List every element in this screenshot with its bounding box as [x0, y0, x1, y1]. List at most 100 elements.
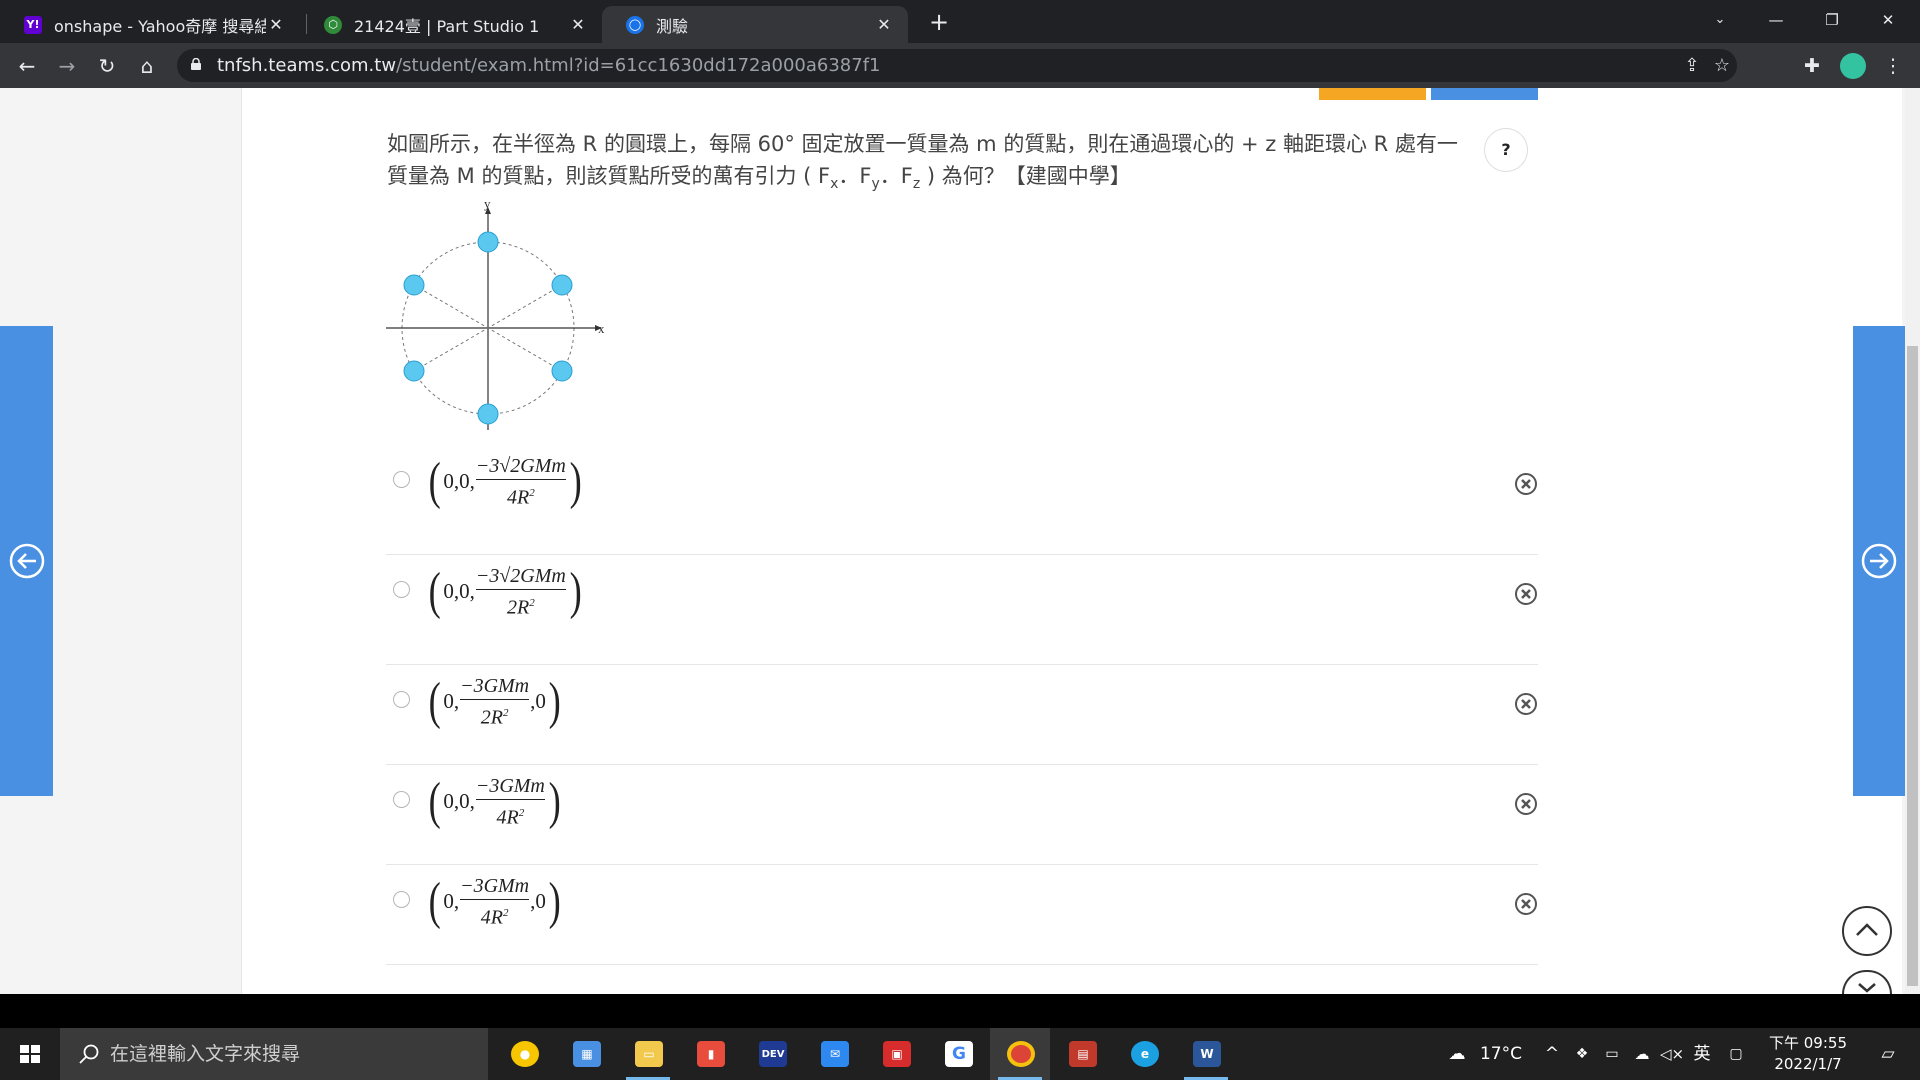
radio-button[interactable] [393, 691, 410, 708]
mass-point [551, 360, 573, 382]
dropbox-icon[interactable]: ❖ [1568, 1028, 1596, 1080]
help-button[interactable]: ? [1484, 128, 1528, 172]
windows-taskbar: 在這裡輸入文字來搜尋 ● ▦ ▭ ▮ DEV ✉ ▣ G ▤ e W ☁ 17°… [0, 1028, 1920, 1080]
mail-icon: ✉ [821, 1041, 849, 1067]
mass-point [551, 274, 573, 296]
start-button[interactable] [0, 1028, 60, 1080]
address-bar[interactable]: tnfsh.teams.com.tw/student/exam.html?id=… [177, 49, 1737, 82]
reload-icon[interactable]: ↻ [90, 49, 124, 83]
x-axis-label: x [598, 321, 605, 336]
arrow-left-circle-icon [9, 543, 45, 579]
google-icon: G [945, 1041, 973, 1067]
share-icon[interactable]: ⇪ [1677, 49, 1707, 82]
minimize-icon[interactable]: — [1748, 0, 1804, 40]
radio-button[interactable] [393, 471, 410, 488]
taskbar-app-norton[interactable]: ● [494, 1028, 554, 1080]
windows-logo-icon [20, 1045, 40, 1063]
volume-muted-icon[interactable]: ◁× [1658, 1028, 1686, 1080]
weather-icon[interactable]: ☁ [1442, 1028, 1472, 1080]
scrollbar-thumb[interactable] [1907, 346, 1918, 986]
eliminate-option-icon[interactable] [1514, 472, 1538, 496]
onedrive-icon[interactable]: ☁ [1628, 1028, 1656, 1080]
tab-onshape[interactable]: ⬡ 21424壹 | Part Studio 1 ✕ [300, 6, 602, 43]
taskbar-app-calendar[interactable]: ▤ [1052, 1028, 1112, 1080]
battery-icon[interactable]: ▭ [1598, 1028, 1626, 1080]
ime-language-indicator[interactable]: 英 [1688, 1028, 1716, 1080]
option-formula: ( 0,0, −3√2GMm 2R2 ) [428, 562, 582, 620]
close-tab-icon[interactable]: ✕ [266, 15, 286, 34]
tab-exam[interactable]: ◯ 測驗 ✕ [602, 6, 908, 43]
forward-icon[interactable]: → [50, 49, 84, 83]
notification-center-icon[interactable]: ▱ [1864, 1028, 1912, 1080]
clock-date: 2022/1/7 [1774, 1055, 1842, 1073]
profile-avatar[interactable] [1840, 53, 1866, 79]
taskbar-app-office[interactable]: ▮ [680, 1028, 740, 1080]
scroll-down-button[interactable] [1842, 970, 1892, 994]
eliminate-option-icon[interactable] [1514, 692, 1538, 716]
progress-segment-orange [1319, 88, 1426, 100]
norton-icon: ● [511, 1041, 539, 1067]
new-tab-button[interactable]: + [923, 6, 955, 38]
eliminate-option-icon[interactable] [1514, 892, 1538, 916]
ime-mode-icon[interactable]: ▢ [1722, 1028, 1750, 1080]
url-text[interactable]: tnfsh.teams.com.tw/student/exam.html?id=… [217, 49, 881, 82]
menu-icon[interactable]: ⋮ [1876, 49, 1910, 83]
option-formula: ( 0,0, −3√2GMm 4R2 ) [428, 452, 582, 510]
eliminate-option-icon[interactable] [1514, 582, 1538, 606]
home-icon[interactable]: ⌂ [130, 49, 164, 83]
page-scrollbar[interactable] [1905, 88, 1920, 994]
next-question-button[interactable] [1853, 326, 1905, 796]
radio-button[interactable] [393, 891, 410, 908]
taskbar-app-devcpp[interactable]: DEV [742, 1028, 802, 1080]
chevron-up-icon [1856, 923, 1878, 936]
scroll-up-button[interactable] [1842, 906, 1892, 956]
bookmark-star-icon[interactable]: ☆ [1707, 49, 1737, 82]
mass-point [403, 274, 425, 296]
answer-option-e[interactable]: ( 0, −3GMm 4R2 ,0 ) [386, 865, 1538, 965]
close-tab-icon[interactable]: ✕ [568, 15, 588, 34]
search-icon [79, 1044, 99, 1064]
taskbar-app-explorer[interactable]: ▭ [618, 1028, 678, 1080]
radio-button[interactable] [393, 791, 410, 808]
question-text: 如圖所示，在半徑為 R 的圓環上，每隔 60° 固定放置一質量為 m 的質點，則… [387, 132, 1458, 193]
ring-diagram: x y [386, 198, 605, 430]
taskbar-search-box[interactable]: 在這裡輸入文字來搜尋 [60, 1028, 488, 1080]
back-icon[interactable]: ← [10, 49, 44, 83]
close-window-icon[interactable]: ✕ [1860, 0, 1916, 40]
taskbar-app-edge[interactable]: e [1114, 1028, 1174, 1080]
taskbar-app-store[interactable]: ▦ [556, 1028, 616, 1080]
taskbar-app-gift[interactable]: ▣ [866, 1028, 926, 1080]
system-clock[interactable]: 下午 09:55 2022/1/7 [1758, 1033, 1858, 1075]
chrome-icon [1007, 1041, 1035, 1067]
tab-search-icon[interactable]: ⌄ [1692, 0, 1748, 40]
taskbar-app-google[interactable]: G [928, 1028, 988, 1080]
edge-icon: e [1131, 1041, 1159, 1067]
eliminate-option-icon[interactable] [1514, 792, 1538, 816]
answer-option-d[interactable]: ( 0,0, −3GMm 4R2 ) [386, 765, 1538, 865]
answer-option-c[interactable]: ( 0, −3GMm 2R2 ,0 ) [386, 665, 1538, 765]
browser-toolbar: ← → ↻ ⌂ tnfsh.teams.com.tw/student/exam.… [0, 43, 1920, 88]
lock-icon [191, 58, 201, 70]
clock-time: 下午 09:55 [1769, 1034, 1847, 1052]
answer-option-a[interactable]: ( 0,0, −3√2GMm 4R2 ) [386, 448, 1538, 555]
restore-icon[interactable]: ❐ [1804, 0, 1860, 40]
page-background: 如圖所示，在半徑為 R 的圓環上，每隔 60° 固定放置一質量為 m 的質點，則… [0, 88, 1920, 994]
taskbar-app-mail[interactable]: ✉ [804, 1028, 864, 1080]
show-hidden-icons-chevron-icon[interactable]: ^ [1538, 1028, 1566, 1080]
gift-icon: ▣ [883, 1041, 911, 1067]
close-tab-icon[interactable]: ✕ [874, 15, 894, 34]
office-icon: ▮ [697, 1041, 725, 1067]
answer-option-b[interactable]: ( 0,0, −3√2GMm 2R2 ) [386, 555, 1538, 665]
previous-question-button[interactable] [0, 326, 53, 796]
teams-icon: ◯ [626, 15, 644, 34]
radio-button[interactable] [393, 581, 410, 598]
browser-tab-strip: Y! onshape - Yahoo奇摩 搜尋結果 ✕ ⬡ 21424壹 | P… [0, 0, 1920, 43]
tab-title: 測驗 [656, 16, 689, 36]
mass-point [477, 403, 499, 425]
weather-temperature[interactable]: 17°C [1474, 1028, 1528, 1080]
tab-yahoo-search[interactable]: Y! onshape - Yahoo奇摩 搜尋結果 ✕ [0, 6, 300, 43]
taskbar-app-word[interactable]: W [1176, 1028, 1236, 1080]
taskbar-app-chrome[interactable] [990, 1028, 1050, 1080]
extensions-icon[interactable]: ✚ [1795, 49, 1829, 83]
search-placeholder: 在這裡輸入文字來搜尋 [110, 1043, 301, 1065]
